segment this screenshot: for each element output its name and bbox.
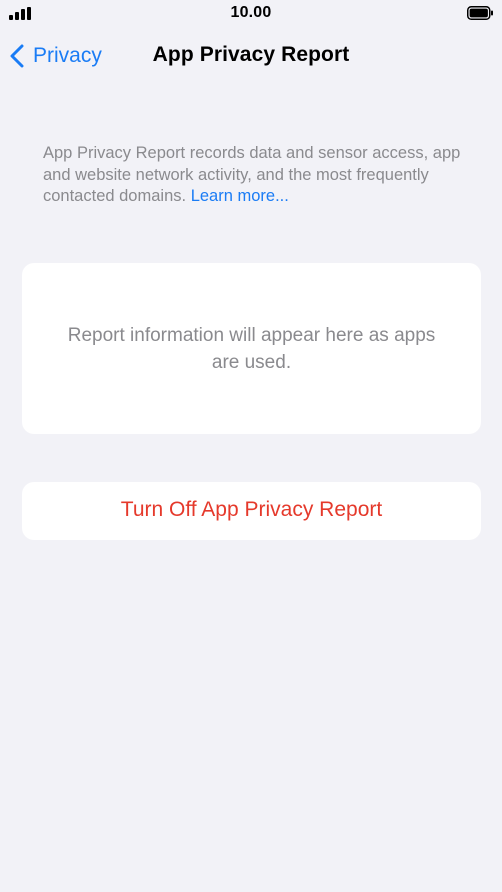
description-text: App Privacy Report records data and sens… (43, 143, 463, 208)
status-bar: 10.00 (0, 0, 502, 28)
turn-off-button-label: Turn Off App Privacy Report (120, 498, 383, 521)
battery-icon (467, 6, 493, 20)
status-time: 10.00 (230, 4, 272, 21)
report-empty-message: Report information will appear here as a… (67, 325, 436, 373)
report-card: Report information will appear here as a… (22, 263, 481, 434)
turn-off-app-privacy-report-button[interactable]: Turn Off App Privacy Report (22, 482, 481, 540)
navigation-bar: Privacy App Privacy Report (0, 28, 502, 84)
page-title: App Privacy Report (152, 43, 350, 66)
learn-more-link[interactable]: Learn more... (191, 187, 289, 205)
